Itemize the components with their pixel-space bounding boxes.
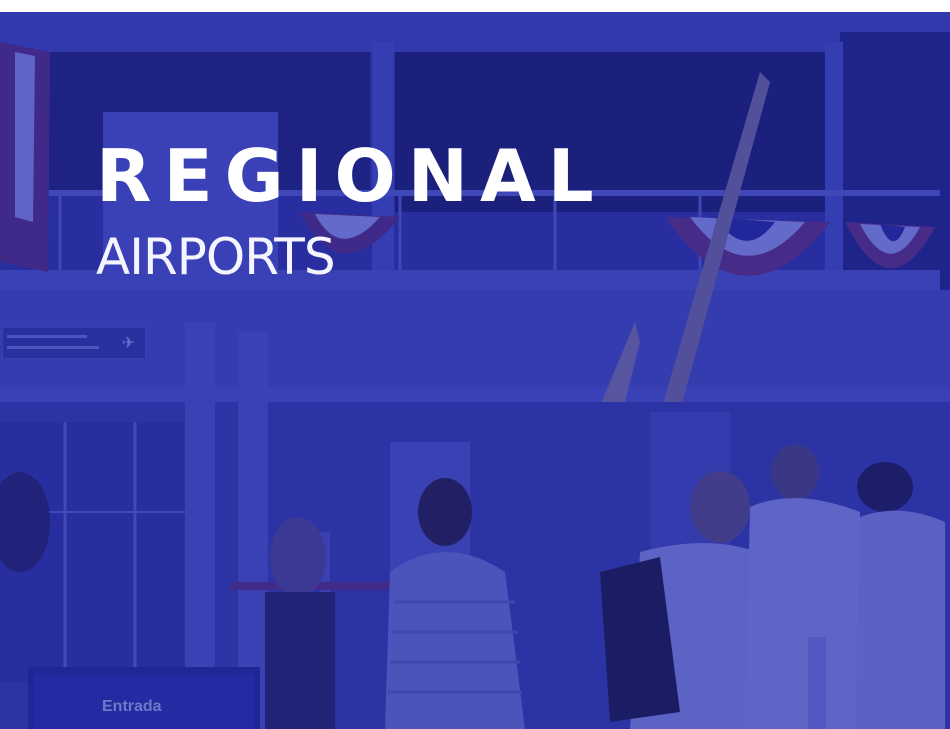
title-main: REGIONAL xyxy=(96,134,606,218)
title-sub: AIRPORTS xyxy=(96,228,336,286)
hero-banner: ✈ Entrada REGIONAL AIRPORTS xyxy=(0,12,950,729)
blue-tint xyxy=(0,12,950,729)
entrada-sign-text: Entrada xyxy=(102,698,162,715)
hero-title: REGIONAL AIRPORTS xyxy=(96,140,606,282)
